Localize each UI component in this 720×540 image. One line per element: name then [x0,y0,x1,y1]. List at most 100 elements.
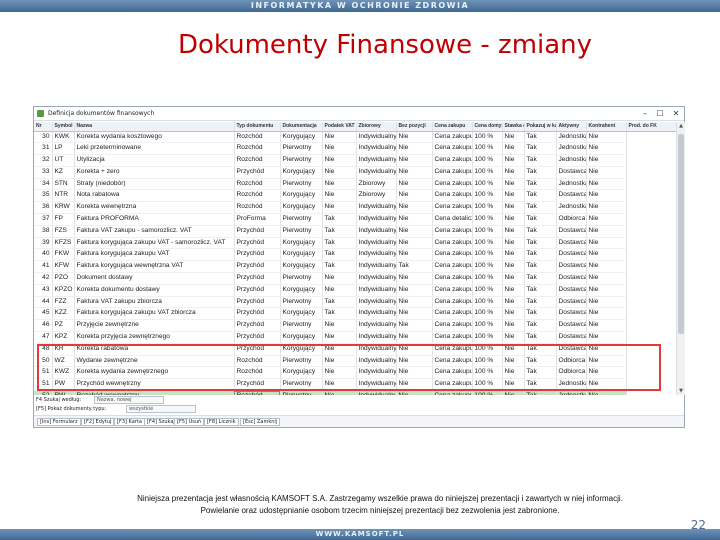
column-header[interactable]: Nazwa [74,122,235,132]
delete-button[interactable]: [F5] Usuń [174,418,205,426]
column-header[interactable]: Podatek VAT [322,122,357,132]
column-header[interactable]: Stawka ceny [502,122,525,132]
top-banner-text: INFORMATYKA W OCHRONIE ZDROWIA [250,1,470,10]
table-cell: Faktura VAT zakupu zbiorcza [74,296,235,309]
table-row[interactable]: 52RWRozchód wewnętrznyRozchódPierwotnyNi… [34,390,676,395]
column-header[interactable]: Typ dokumentu [234,122,281,132]
column-header[interactable]: Cena domyślna [472,122,503,132]
view-type-label: [F5] Pokaż dokumenty typu: [36,406,107,412]
table-cell: PZO [52,272,75,285]
table-row[interactable]: 34 STN Straty (niedobór) Rozchód Pierwotny Ni… [34,178,676,191]
column-header[interactable]: Aktywny [556,122,587,132]
table-row[interactable]: 48 KR Korekta rabatowa Przychód Korygujący Ni… [34,343,676,356]
close-window-button[interactable]: [Esc] Zamknij [240,418,281,426]
table-cell: 50 [34,355,53,368]
table-cell: Nie [502,296,525,309]
table-cell: Korygujący [280,166,323,179]
counter-button[interactable]: [F8] Licznik [204,418,239,426]
table-cell: Korekta wydania zewnętrznego [74,366,235,380]
edit-button[interactable]: [F2] Edytuj [81,418,115,426]
table-cell: Tak [322,225,357,238]
table-cell: Indywidualny [356,213,397,226]
table-row[interactable]: 36 KRW Korekta wewnętrzna Rozchód Korygujący… [34,201,676,215]
table-cell: Cena zakupu [432,178,473,191]
column-header[interactable]: Dokumentacja [280,122,323,132]
table-cell: KFZS [52,237,75,250]
table-row[interactable]: 30 KWK Korekta wydania kosztowego Rozchód Ko… [34,131,676,144]
scroll-down-icon[interactable]: ▼ [677,387,685,395]
table-cell: RW [52,390,75,395]
column-header[interactable]: Prod. do FK [626,122,676,132]
table-row[interactable]: 43 KPZO Korekta dokumentu dostawy Przychód K… [34,284,676,297]
table-cell: KR [52,343,75,356]
column-header[interactable]: Bez pozycji [396,122,433,132]
table-row[interactable]: 46 PZ Przyjęcie zewnętrzne Przychód Pierwotn… [34,319,676,333]
table-row[interactable]: 44 FZZ Faktura VAT zakupu zbiorcza Przychód… [34,296,676,309]
table-cell: 100 % [472,201,503,215]
table-cell: Nie [396,201,433,215]
table-cell: Tak [524,366,557,380]
table-row[interactable]: 40 FKW Faktura korygująca zakupu VAT Przych… [34,248,676,262]
table-row[interactable]: 32 UT Utylizacja Rozchód Pierwotny Nie Indywid… [34,154,676,167]
table-row[interactable]: 37 FP Faktura PROFORMA ProForma Pierwotny Tak… [34,213,676,226]
table-cell: Dostawca [556,319,587,333]
table-row[interactable]: 31 LP Leki przeterminowane Rozchód Pierwotny… [34,142,676,156]
table-cell: Nie [502,225,525,238]
table-cell: Nie [322,355,357,368]
table-cell: Nie [396,343,433,356]
vertical-scrollbar[interactable]: ▲ ▼ [676,122,685,395]
table-row[interactable]: 41 KFW Faktura korygująca wewnętrzna VAT Pr… [34,260,676,274]
card-button[interactable]: [F3] Karta [114,418,145,426]
table-row[interactable]: 51 KWZ Korekta wydania zewnętrznego Rozchód… [34,366,676,380]
minimize-button[interactable]: – [638,108,652,119]
table-cell: 36 [34,201,53,215]
table-row[interactable]: 39 KFZS Faktura korygująca zakupu VAT - sa… [34,237,676,250]
table-row[interactable]: 50 WZ Wydanie zewnętrzne Rozchód Pierwotny Ni… [34,355,676,368]
search-input[interactable]: Nazwa, nowej [94,396,164,404]
copyright-line-1: Niniejsza prezentacja jest własnością KA… [137,494,623,503]
table-cell: Nie [586,355,627,368]
table-cell: Leki przeterminowane [74,142,235,156]
table-cell: Cena zakupu [432,331,473,344]
form-button[interactable]: [Ins] Formularz [37,418,81,426]
table-cell: Nie [502,166,525,179]
table-cell: Indywidualny [356,355,397,368]
column-header[interactable]: Kontrahent [586,122,627,132]
column-header[interactable]: Pokazuj w kasie [524,122,557,132]
table-cell: 32 [34,154,53,167]
scroll-up-icon[interactable]: ▲ [677,122,685,130]
column-header[interactable]: Cena zakupu [432,122,473,132]
table-cell: Nie [586,331,627,344]
table-row[interactable]: 35 NTR Nota rabatowa Rozchód Korygujący Nie Zb… [34,189,676,203]
column-header[interactable]: Symbol [52,122,75,132]
close-button[interactable]: ✕ [669,108,683,119]
window-titlebar[interactable]: Definicja dokumentów finansowych – ☐ ✕ [34,107,684,121]
table-row[interactable]: 47 KPZ Korekta przyjęcia zewnętrznego Przyc… [34,331,676,344]
table-cell: Cena zakupu [432,248,473,262]
table-cell: Nie [502,331,525,344]
table-cell: Przychód [234,260,281,274]
copyright-line-2: Powielanie oraz udostępnianie osobom trz… [200,506,560,515]
search-button[interactable]: [F4] Szukaj [144,418,178,426]
scroll-thumb[interactable] [678,134,684,334]
table-row[interactable]: 38 FZS Faktura VAT zakupu - samorozlicz. V… [34,225,676,238]
table-cell: KRW [52,201,75,215]
table-cell: Nie [502,378,525,392]
table-row[interactable]: 42 PZO Dokument dostawy Przychód Pierwotny Ni… [34,272,676,285]
column-header[interactable]: Zbiorowy [356,122,397,132]
view-type-select[interactable]: wszystkie [126,405,196,413]
table-cell: Tak [524,213,557,226]
table-cell: Nota rabatowa [74,189,235,203]
table-row[interactable]: 45 KZZ Faktura korygująca zakupu VAT zbior… [34,307,676,321]
table-cell: Nie [586,260,627,274]
table-cell: Cena zakupu [432,284,473,297]
table-cell: Korekta wewnętrzna [74,201,235,215]
column-header[interactable]: Nr [34,122,53,132]
table-row[interactable]: 51 PW Przychód wewnętrzny Przychód Pierwotny… [34,378,676,392]
table-cell: Pierwotny [280,378,323,392]
maximize-button[interactable]: ☐ [653,108,667,119]
table-cell: Indywidualny [356,319,397,333]
table-cell: Tak [524,272,557,285]
table-cell: Tak [524,331,557,344]
table-row[interactable]: 33 KZ Korekta + zero Przychód Korygujący Nie I… [34,166,676,179]
